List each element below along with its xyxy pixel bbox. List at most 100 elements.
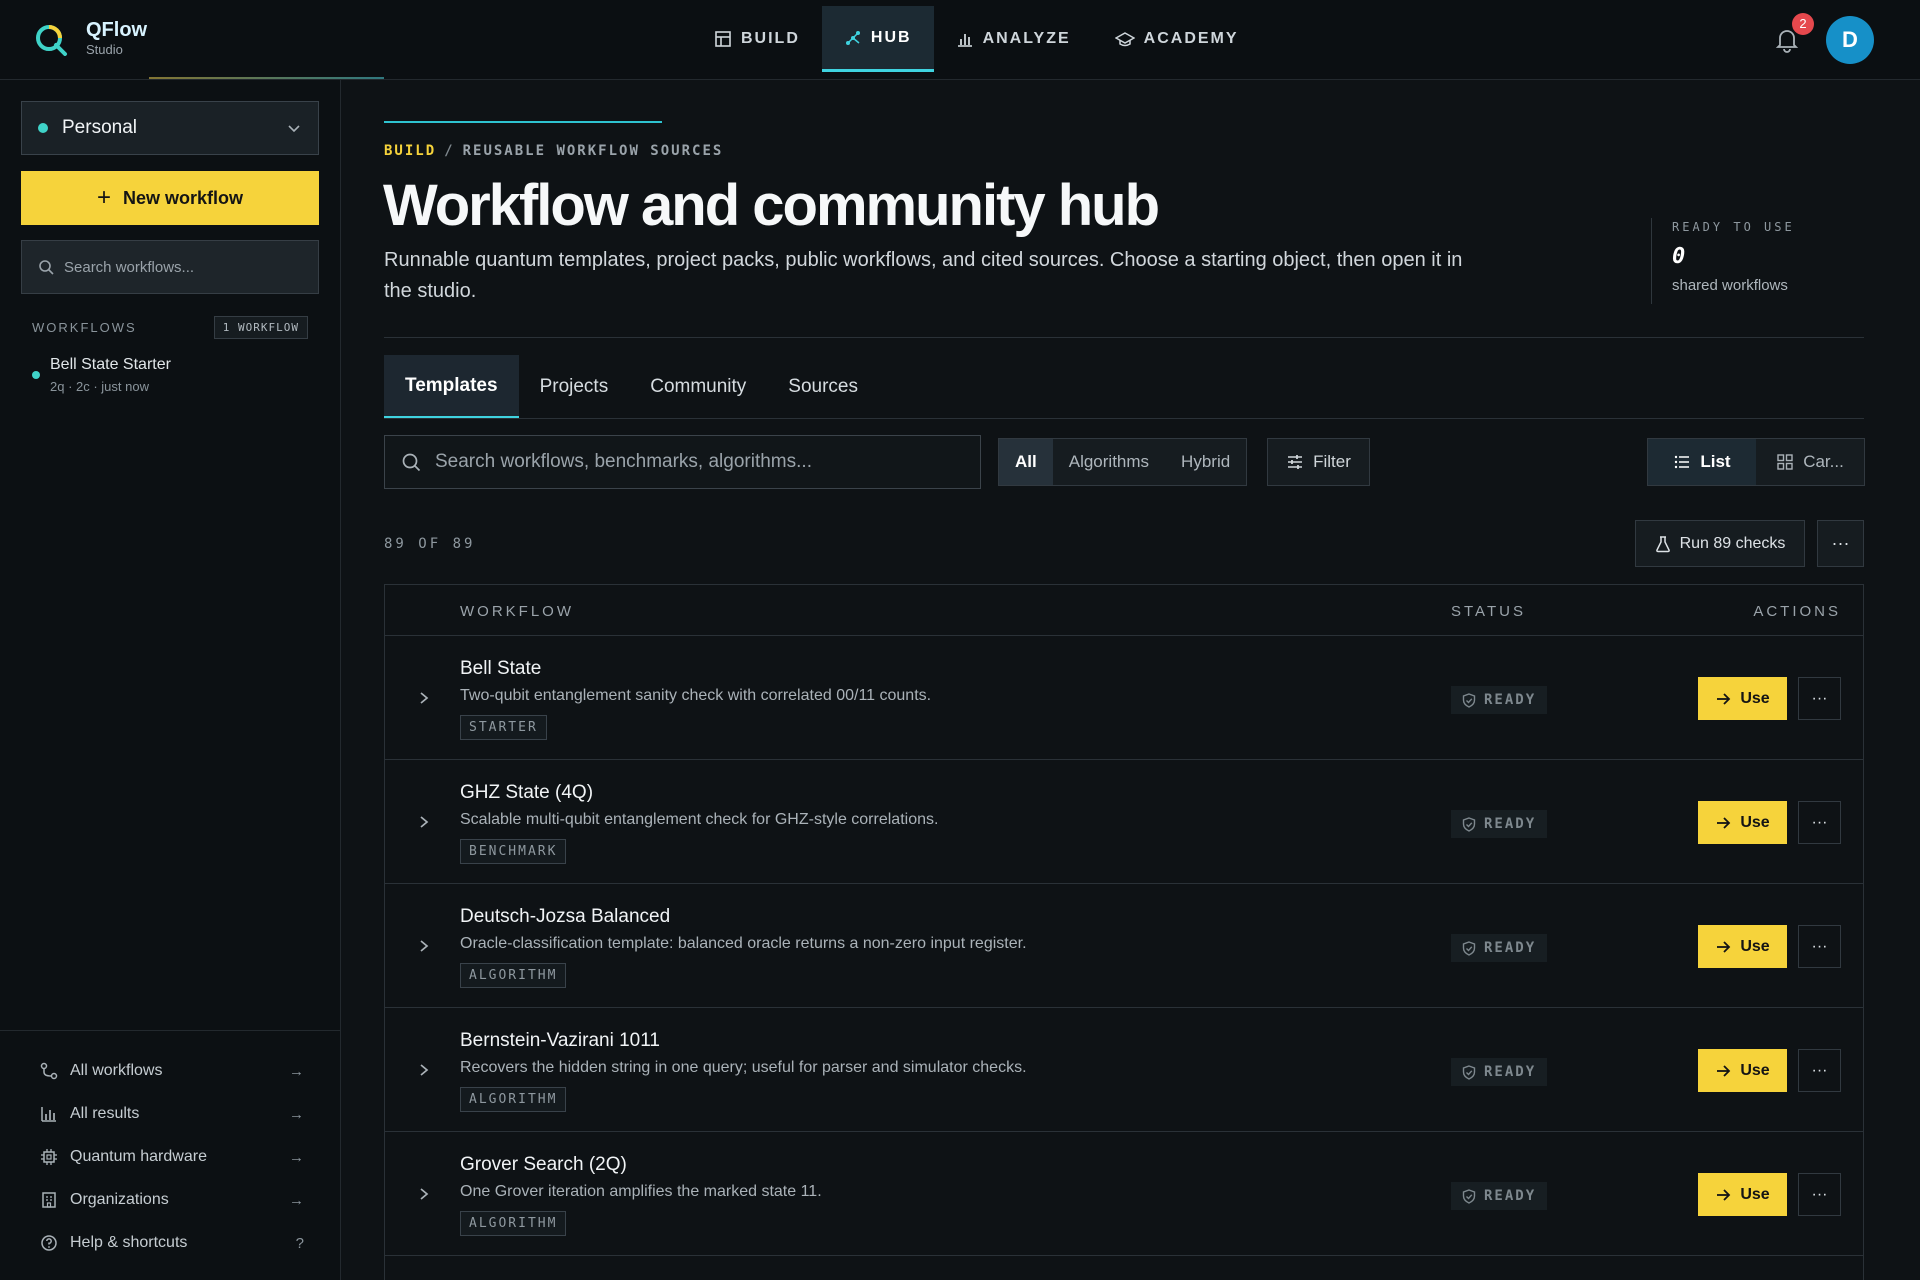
workflows-label: WORKFLOWS (32, 320, 137, 335)
tab-community[interactable]: Community (629, 355, 767, 418)
grid-icon (1777, 454, 1793, 470)
workflows-count-badge: 1 WORKFLOW (213, 316, 308, 339)
segment-hybrid[interactable]: Hybrid (1165, 439, 1246, 485)
sidebar-workflow-item[interactable]: Bell State Starter 2q · 2c · just now (32, 356, 312, 394)
status-label: READY (1484, 816, 1537, 832)
shortcut-hint: ? (295, 1234, 304, 1252)
chevron-right-icon[interactable] (417, 814, 431, 830)
workflow-item-name: Bell State Starter (50, 356, 171, 373)
tab-templates[interactable]: Templates (384, 355, 519, 418)
column-header-actions: ACTIONS (1753, 603, 1841, 620)
row-description: One Grover iteration amplifies the marke… (460, 1183, 822, 1200)
sidebar-search-input[interactable]: Search workflows... (21, 240, 319, 294)
chip-icon (41, 1149, 57, 1165)
new-workflow-button[interactable]: + New workflow (21, 171, 319, 225)
hero-accent-line (384, 121, 662, 123)
search-input[interactable]: Search workflows, benchmarks, algorithms… (384, 435, 981, 489)
sliders-icon (1288, 455, 1303, 469)
tab-sources[interactable]: Sources (767, 355, 879, 418)
sidebar-link-organizations[interactable]: Organizations → (40, 1187, 304, 1213)
workspace-label: Personal (62, 117, 137, 138)
row-title: Bell State (460, 658, 542, 679)
view-cards-button[interactable]: Car... (1756, 439, 1864, 485)
sidebar-links: All workflows → All results → Quantum ha… (0, 1030, 341, 1252)
use-button[interactable]: Use (1698, 677, 1787, 720)
ready-sub: shared workflows (1672, 277, 1788, 294)
shield-check-icon (1462, 816, 1476, 832)
table-row[interactable]: Bernstein-Vazirani 1011 Recovers the hid… (385, 1008, 1863, 1132)
sidebar-link-all-workflows[interactable]: All workflows → (40, 1058, 304, 1084)
sidebar-link-label: Quantum hardware (70, 1148, 207, 1165)
new-workflow-label: New workflow (123, 187, 244, 208)
row-more-button[interactable]: ··· (1798, 677, 1841, 720)
ready-value: 0 (1672, 244, 1686, 269)
table-row[interactable]: Deutsch-Jozsa Balanced Oracle-classifica… (385, 884, 1863, 1008)
use-button[interactable]: Use (1698, 925, 1787, 968)
table-header: WORKFLOW STATUS ACTIONS (385, 585, 1863, 636)
nav-analyze[interactable]: ANALYZE (934, 6, 1093, 72)
nav-academy[interactable]: ACADEMY (1093, 6, 1261, 72)
layout-icon (715, 31, 731, 47)
filter-button[interactable]: Filter (1267, 438, 1370, 486)
tab-projects[interactable]: Projects (519, 355, 630, 418)
brand[interactable]: QFlow Studio (34, 20, 147, 57)
status-badge: READY (1451, 934, 1548, 962)
row-tag: ALGORITHM (460, 1211, 567, 1236)
workspace-select[interactable]: Personal (21, 101, 319, 155)
status-dot (32, 371, 40, 379)
shield-check-icon (1462, 1064, 1476, 1080)
view-list-label: List (1700, 452, 1731, 471)
category-segment: All Algorithms Hybrid (998, 438, 1248, 486)
workflows-header: WORKFLOWS 1 WORKFLOW (32, 316, 308, 339)
use-label: Use (1740, 1061, 1770, 1079)
arrow-right-icon: → (289, 1191, 304, 1209)
row-tag: ALGORITHM (460, 963, 567, 988)
sidebar-link-all-results[interactable]: All results → (40, 1101, 304, 1127)
table-row[interactable]: GHZ State (4Q) Scalable multi-qubit enta… (385, 760, 1863, 884)
run-checks-button[interactable]: Run 89 checks (1635, 520, 1805, 567)
avatar[interactable]: D (1826, 16, 1874, 64)
table-row[interactable]: Bell State Two-qubit entanglement sanity… (385, 636, 1863, 760)
sidebar-link-quantum-hardware[interactable]: Quantum hardware → (40, 1144, 304, 1170)
chevron-right-icon[interactable] (417, 938, 431, 954)
row-title: Deutsch-Jozsa Balanced (460, 906, 671, 927)
breadcrumb-root[interactable]: BUILD (384, 143, 436, 159)
sidebar-link-help[interactable]: Help & shortcuts ? (40, 1230, 304, 1256)
row-description: Oracle-classification template: balanced… (460, 935, 1027, 952)
shield-check-icon (1462, 940, 1476, 956)
row-description: Two-qubit entanglement sanity check with… (460, 687, 932, 704)
nav-hub[interactable]: HUB (821, 6, 934, 72)
segment-algorithms[interactable]: Algorithms (1053, 439, 1165, 485)
row-more-button[interactable]: ··· (1798, 801, 1841, 844)
chevron-right-icon[interactable] (417, 1062, 431, 1078)
use-button[interactable]: Use (1698, 1173, 1787, 1216)
page-title: Workflow and community hub (383, 173, 1160, 238)
row-more-button[interactable]: ··· (1798, 925, 1841, 968)
nav-build[interactable]: BUILD (692, 6, 822, 72)
status-label: READY (1484, 940, 1537, 956)
graduation-cap-icon (1114, 32, 1135, 47)
workflow-item-meta: 2q · 2c · just now (50, 379, 149, 394)
more-options-button[interactable]: ··· (1817, 520, 1864, 567)
segment-all[interactable]: All (999, 439, 1053, 485)
page-description: Runnable quantum templates, project pack… (384, 249, 1463, 302)
chevron-right-icon[interactable] (417, 690, 431, 706)
chevron-right-icon[interactable] (417, 1186, 431, 1202)
search-icon (39, 260, 54, 275)
use-button[interactable]: Use (1698, 1049, 1787, 1092)
status-label: READY (1484, 1064, 1537, 1080)
row-more-button[interactable]: ··· (1798, 1049, 1841, 1092)
row-description: Recovers the hidden string in one query;… (460, 1059, 1027, 1076)
table-row[interactable]: Grover Search (2Q) One Grover iteration … (385, 1132, 1863, 1256)
column-header-workflow: WORKFLOW (460, 603, 574, 620)
sidebar-link-label: All workflows (70, 1062, 163, 1079)
status-badge: READY (1451, 686, 1548, 714)
use-label: Use (1740, 813, 1770, 831)
arrow-right-icon: → (289, 1062, 304, 1080)
row-more-button[interactable]: ··· (1798, 1173, 1841, 1216)
filter-label: Filter (1313, 452, 1351, 471)
use-button[interactable]: Use (1698, 801, 1787, 844)
flask-icon (1655, 535, 1670, 552)
bar-chart-icon (41, 1107, 56, 1122)
view-list-button[interactable]: List (1648, 439, 1756, 485)
